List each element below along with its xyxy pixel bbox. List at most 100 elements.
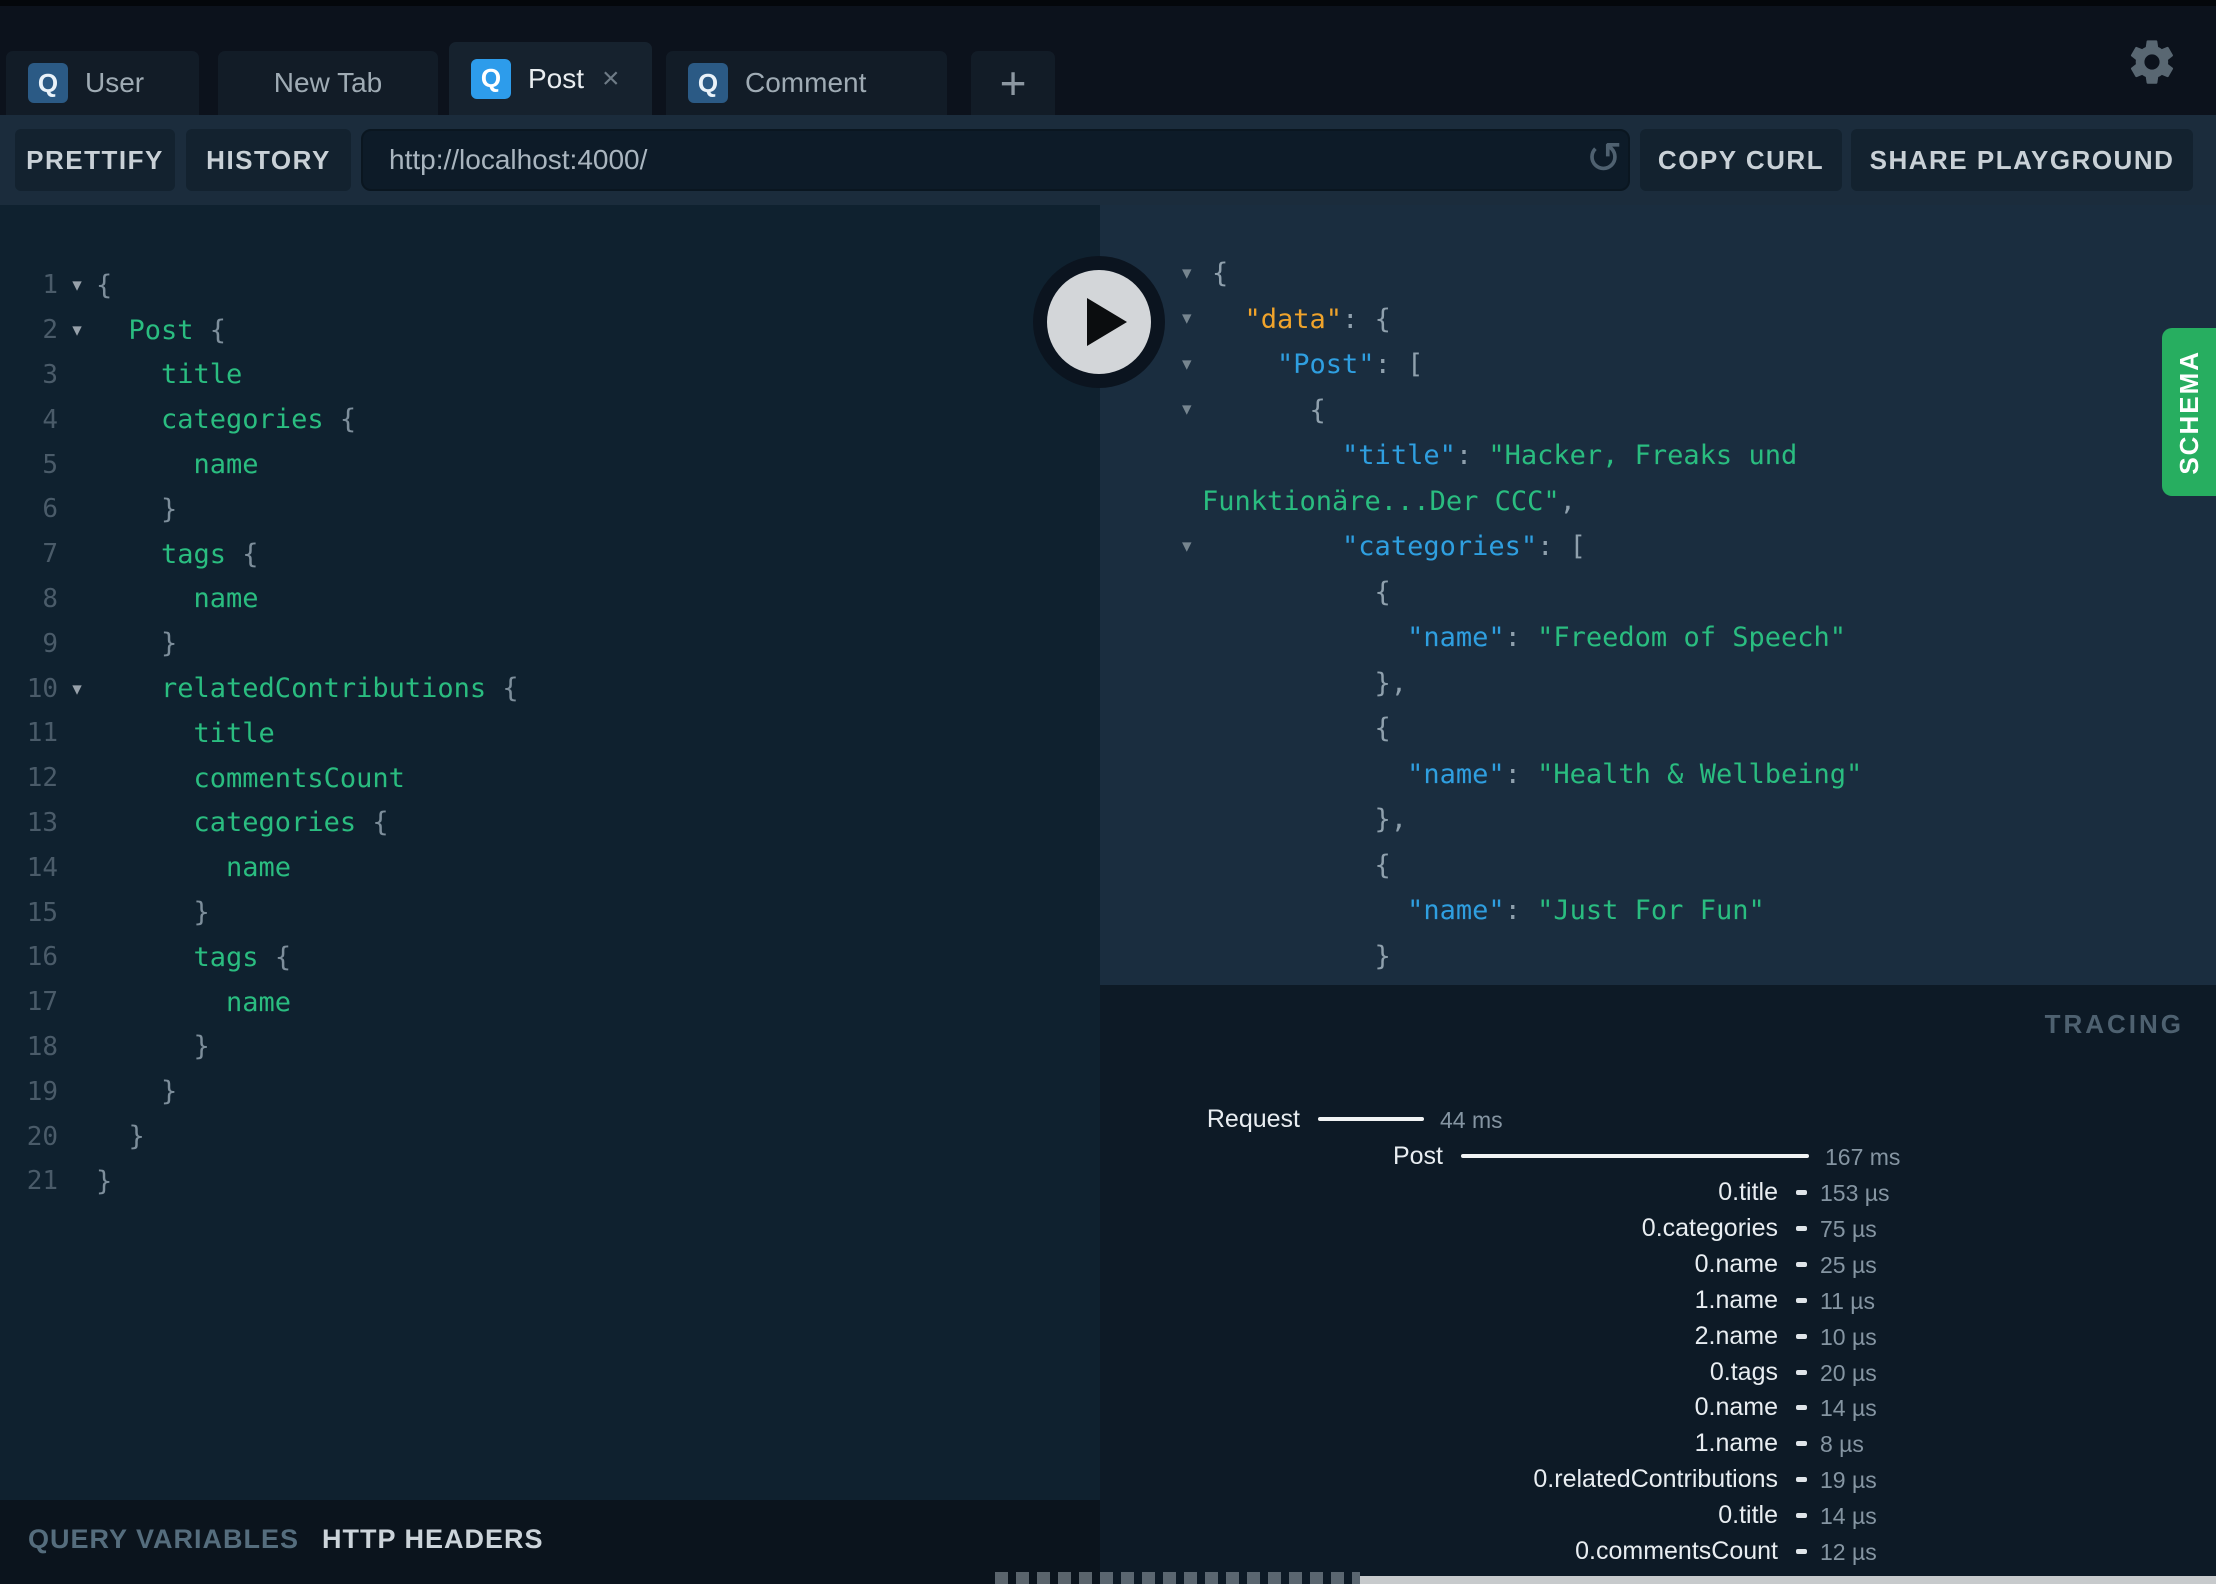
trace-label: 1.name — [1694, 1429, 1778, 1458]
fold-arrow-icon[interactable]: ▾ — [58, 678, 96, 700]
prettify-button[interactable]: PRETTIFY — [15, 129, 175, 191]
trace-row: 0.title 153 µs — [1100, 1177, 2216, 1207]
trace-dash — [1796, 1549, 1807, 1554]
query-editor-code[interactable]: 1 ▾{2 ▾ Post {3 title 4 categories {5 name 6… — [0, 205, 1100, 1204]
settings-gear-icon[interactable] — [2126, 36, 2178, 88]
clipped-text-sliver — [995, 1572, 1360, 1584]
trace-value: 20 µs — [1820, 1359, 1877, 1386]
trace-label: 2.name — [1694, 1321, 1778, 1350]
tab-post[interactable]: Q Post × — [449, 42, 652, 115]
response-line: "name": "Just For Fun" — [1407, 895, 1765, 927]
tab-label: Post — [528, 62, 585, 94]
tab-new-tab[interactable]: New Tab — [218, 51, 438, 115]
tab-label: New Tab — [273, 67, 383, 98]
trace-value: 10 µs — [1820, 1323, 1877, 1350]
trace-row: 1.name 11 µs — [1100, 1285, 2216, 1315]
toolbar: PRETTIFY HISTORY ↺ COPY CURL SHARE PLAYG… — [0, 115, 2216, 205]
new-tab-button[interactable]: + — [971, 51, 1055, 115]
trace-row: 1.name 8 µs — [1100, 1428, 2216, 1458]
trace-value: 11 µs — [1820, 1287, 1876, 1314]
line-number: 8 — [42, 583, 58, 614]
editor-line: 18 } — [0, 1025, 1100, 1070]
line-number: 7 — [42, 539, 58, 570]
trace-row: 0.title 14 µs — [1100, 1500, 2216, 1530]
trace-dash — [1796, 1513, 1807, 1519]
trace-value: 14 µs — [1820, 1503, 1877, 1530]
trace-row: 0.categories 75 µs — [1100, 1213, 2216, 1243]
response-line: }, — [1212, 804, 1408, 836]
query-editor-pane[interactable]: 1 ▾{2 ▾ Post {3 title 4 categories {5 name 6… — [0, 205, 1100, 1500]
editor-line: 16 tags { — [0, 935, 1100, 980]
line-number: 15 — [26, 897, 58, 928]
collapse-arrow-icon[interactable]: ▾ — [1182, 262, 1192, 284]
copy-curl-button[interactable]: COPY CURL — [1640, 129, 1842, 191]
trace-label: 1.name — [1694, 1285, 1778, 1314]
tab-user[interactable]: Q User — [6, 51, 199, 115]
tracing-panel-title: TRACING — [2044, 1009, 2184, 1039]
trace-row: Post 167 ms — [1100, 1141, 2216, 1171]
line-number: 10 — [26, 673, 58, 704]
editor-line: 9 } — [0, 621, 1100, 666]
response-line: { — [1212, 849, 1391, 881]
trace-row: 0.name 14 µs — [1100, 1392, 2216, 1422]
close-tab-icon[interactable]: × — [602, 63, 620, 94]
collapse-arrow-icon[interactable]: ▾ — [1182, 307, 1192, 329]
editor-line: 17 name — [0, 980, 1100, 1025]
trace-dash — [1796, 1405, 1807, 1411]
trace-value: 44 ms — [1440, 1107, 1503, 1133]
response-pane[interactable]: ▾{▾ "data": {▾ "Post": [▾ { "title": "Ha… — [1100, 205, 2216, 985]
http-headers-tab[interactable]: HTTP HEADERS — [322, 1524, 544, 1555]
history-button[interactable]: HISTORY — [186, 129, 351, 191]
trace-dash — [1796, 1225, 1807, 1231]
share-playground-button[interactable]: SHARE PLAYGROUND — [1851, 129, 2193, 191]
trace-bar — [1461, 1154, 1809, 1158]
trace-value: 25 µs — [1820, 1251, 1877, 1278]
graphql-playground-window: Q User New Tab Q Post × Q Comment + PRETTIFY HIS… — [0, 0, 2216, 1584]
line-number: 6 — [42, 494, 58, 525]
query-variables-tab[interactable]: QUERY VARIABLES — [28, 1524, 299, 1555]
editor-line: 1 ▾{ — [0, 263, 1100, 308]
trace-row: 0.commentsCount 12 µs — [1100, 1536, 2216, 1566]
trace-value: 19 µs — [1820, 1467, 1877, 1494]
trace-row: 2.name 10 µs — [1100, 1321, 2216, 1351]
tab-label: User — [85, 67, 145, 98]
response-line: ▾{ — [1182, 258, 1229, 290]
reload-endpoint-icon[interactable]: ↺ — [1578, 131, 1630, 187]
trace-label: 0.tags — [1709, 1357, 1778, 1386]
endpoint-url-input[interactable] — [361, 129, 1630, 191]
trace-dash — [1796, 1441, 1807, 1447]
response-line: } — [1212, 940, 1391, 972]
trace-dash — [1796, 1477, 1807, 1483]
editor-line: 4 categories { — [0, 397, 1100, 442]
response-line: ▾ "data": { — [1182, 303, 1391, 335]
query-type-badge: Q — [28, 63, 68, 103]
fold-arrow-icon[interactable]: ▾ — [58, 319, 96, 341]
query-type-badge: Q — [471, 58, 511, 99]
horizontal-scrollbar-thumb[interactable] — [1360, 1576, 2216, 1584]
trace-row: 0.tags 20 µs — [1100, 1357, 2216, 1387]
execute-query-button[interactable] — [1033, 256, 1165, 388]
collapse-arrow-icon[interactable]: ▾ — [1182, 535, 1192, 557]
collapse-arrow-icon[interactable]: ▾ — [1182, 353, 1192, 375]
editor-line: 7 tags { — [0, 532, 1100, 577]
play-circle — [1047, 270, 1151, 374]
tracing-panel[interactable]: TRACING Request 44 ms Post 167 ms 0.title 153… — [1100, 985, 2216, 1584]
editor-line: 3 title — [0, 353, 1100, 398]
response-line: ▾ { — [1182, 394, 1326, 426]
schema-side-tab[interactable]: SCHEMA — [2162, 328, 2216, 496]
trace-label: 0.relatedContributions — [1533, 1465, 1778, 1494]
trace-dash — [1796, 1190, 1807, 1195]
play-icon — [1087, 298, 1127, 346]
line-number: 21 — [26, 1166, 58, 1197]
tab-label: Comment — [745, 67, 867, 98]
editor-line: 21} — [0, 1159, 1100, 1204]
trace-value: 153 µs — [1820, 1180, 1890, 1206]
line-number: 9 — [42, 628, 58, 659]
trace-label: 0.name — [1694, 1249, 1778, 1278]
line-number: 17 — [26, 987, 58, 1018]
collapse-arrow-icon[interactable]: ▾ — [1182, 398, 1192, 420]
line-number: 1 — [42, 270, 58, 301]
editor-line: 12 commentsCount — [0, 756, 1100, 801]
tab-comment[interactable]: Q Comment — [666, 51, 947, 115]
fold-arrow-icon[interactable]: ▾ — [58, 274, 96, 296]
